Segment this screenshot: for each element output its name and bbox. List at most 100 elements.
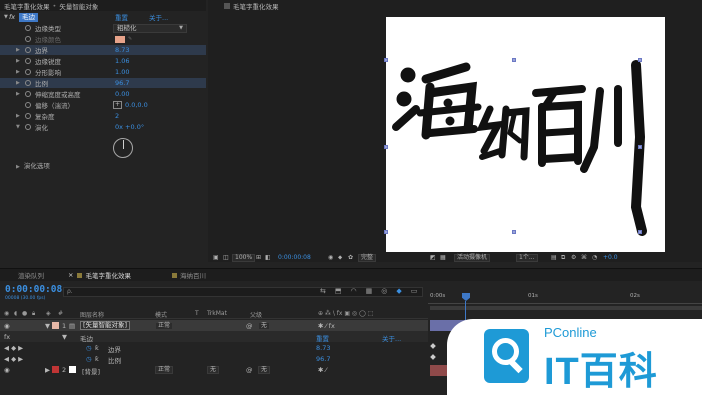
layer-name[interactable]: [矢量智能对象] bbox=[80, 321, 131, 330]
stopwatch-icon[interactable] bbox=[25, 113, 31, 119]
motion-blur-icon[interactable]: ◎ bbox=[381, 287, 387, 295]
label-color[interactable] bbox=[52, 322, 59, 329]
prop-value[interactable]: 0.0,0.0 bbox=[125, 101, 148, 109]
prop-edge-color[interactable]: 边缘颜色 ✎ bbox=[0, 34, 206, 44]
tab-render-queue[interactable]: 渲染队列 bbox=[18, 270, 44, 280]
comp-viewer-tab[interactable]: 毛笔字重化效果 bbox=[224, 1, 279, 11]
close-icon[interactable]: × bbox=[68, 271, 73, 279]
prop-value[interactable]: 1.00 bbox=[115, 68, 129, 76]
transform-handle[interactable] bbox=[384, 230, 388, 234]
collapse-triangle-icon[interactable]: ▼ bbox=[16, 124, 20, 130]
prop-edge-type[interactable]: 边缘类型 粗糙化 ▼ bbox=[0, 23, 206, 33]
col-trkmat[interactable]: TrkMat bbox=[207, 310, 227, 317]
layer-row[interactable]: ◉ ▶ 2 [背景] 正常 无 @ 无 ✱ ⁄ bbox=[0, 364, 428, 376]
color-wheel-icon[interactable]: ✿ bbox=[348, 254, 353, 261]
expression-icon[interactable]: ƙ bbox=[95, 355, 99, 363]
zoom-dropdown[interactable]: 100% bbox=[232, 253, 256, 262]
prop-value[interactable]: 8.73 bbox=[316, 344, 330, 352]
evolution-dial[interactable] bbox=[113, 138, 133, 158]
solo-icon[interactable]: ● bbox=[22, 310, 27, 317]
share-icon[interactable]: ⧉ bbox=[561, 254, 565, 262]
prop-value[interactable]: 1.06 bbox=[115, 57, 129, 65]
frame-blend-icon[interactable]: ▦ bbox=[366, 287, 373, 295]
flowchart-icon[interactable]: ⌘ bbox=[581, 254, 587, 261]
prop-value[interactable]: 8.73 bbox=[115, 46, 129, 54]
expand-triangle-icon[interactable]: ▶ bbox=[45, 366, 50, 374]
eye-icon[interactable]: ◉ bbox=[4, 310, 9, 317]
col-layer-name[interactable]: 图层名称 bbox=[80, 310, 104, 319]
expand-triangle-icon[interactable]: ▶ bbox=[16, 58, 20, 64]
col-t[interactable]: T bbox=[195, 310, 199, 317]
keyframe-nav-icon[interactable]: ◀ ◆ ▶ bbox=[4, 344, 23, 352]
stopwatch-icon[interactable] bbox=[25, 58, 31, 64]
work-area-bar[interactable] bbox=[430, 306, 702, 310]
pickwhip-icon[interactable]: @ bbox=[246, 366, 253, 374]
stopwatch-icon[interactable]: ◷ bbox=[86, 355, 92, 363]
prop-value[interactable]: 2 bbox=[115, 112, 119, 120]
prop-border[interactable]: ▶ 边界 8.73 bbox=[0, 45, 206, 55]
expand-triangle-icon[interactable]: ▶ bbox=[16, 47, 20, 53]
effect-prop-row[interactable]: ◀ ◆ ▶ ◷ ƙ 边界 8.73 bbox=[0, 342, 428, 354]
prop-edge-sharpness[interactable]: ▶ 边缘锐度 1.06 bbox=[0, 56, 206, 66]
stopwatch-icon[interactable] bbox=[25, 91, 31, 97]
layer-switches[interactable]: ✱ ⁄ bbox=[318, 366, 327, 374]
stopwatch-icon[interactable] bbox=[25, 80, 31, 86]
prop-complexity[interactable]: ▶ 复杂度 2 bbox=[0, 111, 206, 121]
eyedropper-icon[interactable]: ✎ bbox=[128, 36, 132, 42]
brainstorm-icon[interactable]: ▭ bbox=[411, 287, 418, 295]
expand-triangle-icon[interactable]: ▶ bbox=[16, 80, 20, 86]
comp-canvas[interactable] bbox=[386, 17, 665, 252]
parent-dropdown[interactable]: 无 bbox=[258, 322, 271, 330]
edge-type-dropdown[interactable]: 粗糙化 ▼ bbox=[113, 23, 187, 33]
camera-snapshot-icon[interactable]: ◉ bbox=[328, 254, 333, 261]
region-icon[interactable]: ◫ bbox=[223, 254, 229, 261]
prop-value[interactable]: 0.00 bbox=[115, 90, 129, 98]
tab-comp-hainabaichuan[interactable]: 海纳百川 bbox=[172, 270, 206, 280]
layout-icon[interactable]: ▤ bbox=[551, 254, 557, 261]
stopwatch-icon[interactable] bbox=[25, 47, 31, 53]
color-swatch[interactable] bbox=[115, 35, 125, 43]
prop-value[interactable]: 0x +0.0° bbox=[115, 123, 144, 131]
viewer-timecode[interactable]: 0:00:00:08 bbox=[278, 254, 311, 261]
parent-dropdown[interactable]: 无 bbox=[258, 366, 271, 374]
monitor-icon[interactable]: ▣ bbox=[213, 254, 219, 261]
label-icon[interactable]: ◈ bbox=[46, 310, 51, 317]
expand-triangle-icon[interactable]: ▼ bbox=[45, 322, 50, 330]
evolution-options[interactable]: ▶ 演化选项 bbox=[16, 160, 50, 170]
label-color[interactable] bbox=[52, 366, 59, 373]
transform-handle[interactable] bbox=[638, 230, 642, 234]
layer-switches[interactable]: ✱ ⁄ fx bbox=[318, 322, 335, 330]
quality-dropdown[interactable]: 完整 bbox=[358, 253, 377, 262]
stopwatch-icon[interactable] bbox=[25, 124, 31, 130]
effect-name[interactable]: 毛边 bbox=[19, 12, 38, 22]
transform-handle[interactable] bbox=[512, 230, 516, 234]
trkmat-dropdown[interactable]: 无 bbox=[207, 366, 220, 374]
fast-preview-icon[interactable]: ◩ bbox=[430, 254, 436, 261]
expand-triangle-icon[interactable]: ▶ bbox=[16, 113, 20, 119]
transform-handle[interactable] bbox=[512, 58, 516, 62]
expression-icon[interactable]: ƙ bbox=[95, 344, 99, 352]
collapse-triangle-icon[interactable]: ▼ bbox=[62, 333, 67, 341]
pickwhip-icon[interactable]: @ bbox=[246, 322, 253, 330]
prop-scale[interactable]: ▶ 比例 96.7 bbox=[0, 78, 206, 88]
views-dropdown[interactable]: 1个... bbox=[516, 253, 538, 262]
transform-handle[interactable] bbox=[384, 145, 388, 149]
grid-icon[interactable]: ⊞ bbox=[256, 254, 261, 261]
prop-offset[interactable]: 偏移（湍流） + 0.0,0.0 bbox=[0, 100, 206, 110]
camera-dropdown[interactable]: 活动摄像机 bbox=[454, 253, 491, 262]
expand-triangle-icon[interactable]: ▶ bbox=[16, 164, 20, 170]
audio-icon[interactable]: ◖ bbox=[14, 310, 17, 317]
fx-icon[interactable]: fx bbox=[4, 333, 10, 341]
transform-handle[interactable] bbox=[384, 58, 388, 62]
prop-value[interactable]: 96.7 bbox=[316, 355, 330, 363]
transform-handle[interactable] bbox=[638, 58, 642, 62]
keyframe-marker[interactable] bbox=[430, 354, 436, 360]
stopwatch-icon[interactable]: ◷ bbox=[86, 344, 92, 352]
channel-icon[interactable]: ⬥ bbox=[338, 254, 342, 262]
keyframe-marker[interactable] bbox=[430, 343, 436, 349]
eye-icon[interactable]: ◉ bbox=[4, 366, 10, 374]
stopwatch-icon[interactable] bbox=[25, 69, 31, 75]
prop-value[interactable]: 96.7 bbox=[115, 79, 129, 87]
shy-icon[interactable]: ◠ bbox=[351, 287, 357, 295]
timeline-timecode[interactable]: 0:00:00:08 bbox=[5, 284, 62, 295]
